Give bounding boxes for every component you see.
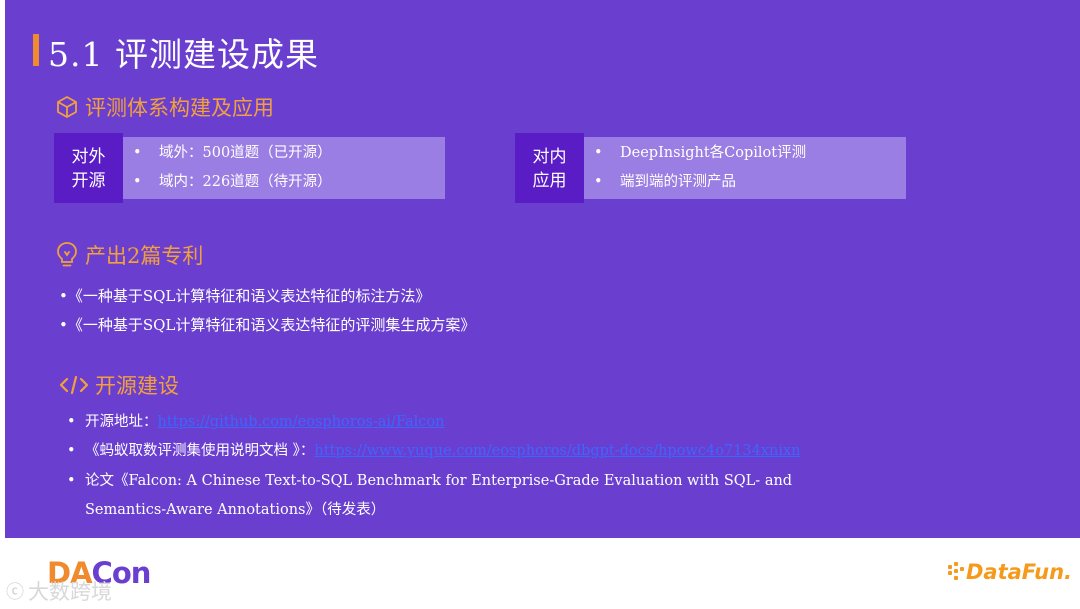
list-item: • 论文《Falcon: A Chinese Text-to-SQL Bench…	[67, 472, 793, 489]
external-open-source-box: 对外 开源 • 域外：500道题（已开源） • 域内：226道题（待开源）	[54, 133, 445, 203]
internal-items: • DeepInsight各Copilot评测 • 端到端的评测产品	[584, 137, 906, 199]
section-heading-patents: 产出2篇专利	[55, 240, 203, 270]
title-accent-bar	[33, 34, 39, 66]
datafun-dots-icon	[948, 562, 964, 582]
section-heading-text: 评测体系构建及应用	[85, 96, 274, 120]
section-heading-evaluation: 评测体系构建及应用	[55, 92, 274, 122]
section-heading-text: 开源建设	[95, 374, 179, 398]
section-heading-open-source: 开源建设	[59, 370, 179, 400]
list-item: • 开源地址： https://github.com/eosphoros-ai/…	[67, 408, 801, 437]
cube-icon	[57, 96, 77, 118]
lightbulb-icon	[57, 242, 77, 267]
list-item-continued: Semantics-Aware Annotations》（待发表）	[85, 501, 386, 518]
internal-label: 对内 应用	[515, 133, 584, 203]
github-link[interactable]: https://github.com/eosphoros-ai/Falcon	[158, 408, 445, 437]
slide-title: 5.1 评测建设成果	[48, 35, 319, 74]
code-icon	[59, 375, 89, 395]
list-item: • DeepInsight各Copilot评测	[594, 145, 807, 161]
yuque-doc-link[interactable]: https://www.yuque.com/eosphoros/dbgpt-do…	[314, 437, 800, 466]
external-items: • 域外：500道题（已开源） • 域内：226道题（待开源）	[123, 137, 445, 199]
list-item: • 域内：226道题（待开源）	[133, 174, 332, 190]
watermark-icon: ⓒ	[6, 582, 24, 603]
internal-application-box: 对内 应用 • DeepInsight各Copilot评测 • 端到端的评测产品	[515, 133, 906, 203]
list-item: • 《蚂蚁取数评测集使用说明文档 》： https://www.yuque.co…	[67, 437, 801, 466]
list-item: • 域外：500道题（已开源）	[133, 145, 332, 161]
section-heading-text: 产出2篇专利	[85, 244, 204, 268]
patent-item-2: •《一种基于SQL计算特征和语义表达特征的评测集生成方案》	[59, 316, 476, 334]
footer: DACon ⓒ 大数跨境 DataFun.	[0, 538, 1080, 609]
patent-item-1: •《一种基于SQL计算特征和语义表达特征的标注方法》	[59, 287, 431, 305]
open-source-list: • 开源地址： https://github.com/eosphoros-ai/…	[67, 408, 801, 525]
list-item: • 端到端的评测产品	[594, 174, 736, 190]
datafun-logo: DataFun.	[948, 560, 1072, 584]
slide: 5.1 评测建设成果 评测体系构建及应用 对外 开源 • 域外：500道题（已开源）…	[5, 0, 1080, 538]
watermark: ⓒ 大数跨境	[6, 580, 112, 604]
external-label: 对外 开源	[54, 133, 123, 203]
